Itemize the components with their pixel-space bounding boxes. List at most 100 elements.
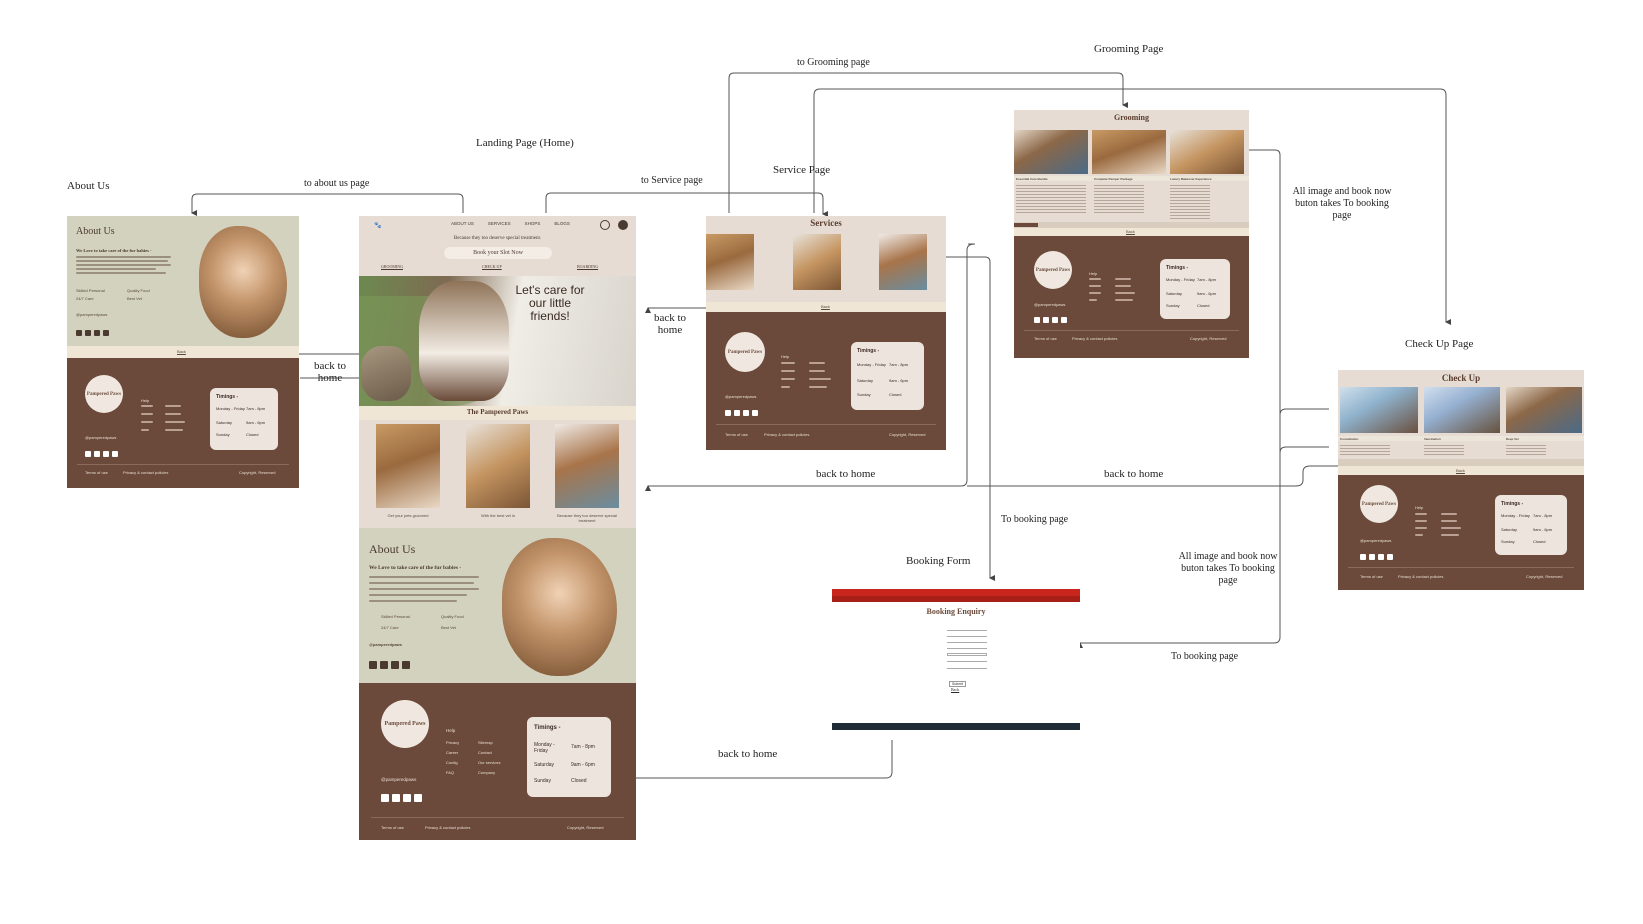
services-footer-social[interactable] — [725, 403, 761, 421]
nav-shops[interactable]: SHOPS — [525, 221, 541, 226]
card2-caption: With the best vet in — [480, 513, 515, 518]
services-footer-privacy[interactable]: Privacy & contact policies — [764, 432, 809, 437]
label-grooming-page: Grooming Page — [1094, 43, 1164, 55]
footer-company-link[interactable]: Company — [478, 768, 500, 778]
home-feat3: 24/7 Care — [381, 625, 399, 630]
checkup-back-link[interactable]: Back — [1456, 468, 1465, 473]
about-footer-privacy[interactable]: Privacy & contact policies — [123, 470, 168, 475]
about-page-top: About Us We Love to take care of the fur… — [67, 216, 299, 346]
checkup-photo-1[interactable] — [1340, 387, 1418, 433]
grooming-book-button[interactable] — [1014, 223, 1038, 227]
booking-field-1[interactable] — [947, 630, 987, 631]
about-title: About Us — [76, 226, 115, 237]
services-back-link[interactable]: Back — [821, 304, 830, 309]
services-board-photo[interactable] — [879, 234, 927, 290]
book-slot-button[interactable]: Book your Slot Now — [444, 247, 552, 259]
about-timings-card: Timings - Monday - Friday 7am - 8pm Satu… — [210, 388, 278, 450]
label-to-booking-2: To booking page — [1171, 651, 1239, 662]
footer-contact-link[interactable]: Contact — [478, 748, 500, 758]
home-footer-privacy[interactable]: Privacy & contact policies — [425, 825, 470, 830]
home-about-social[interactable] — [369, 656, 413, 674]
checkup-photo-3[interactable] — [1506, 387, 1582, 433]
footer-config-link[interactable]: Config — [446, 758, 459, 768]
checkup-back-bar[interactable]: Back — [1338, 466, 1584, 475]
grooming-back-bar[interactable]: Back — [1014, 228, 1249, 236]
checkup-timing-time1: 7am - 8pm — [1533, 513, 1553, 518]
services-groom-photo[interactable] — [706, 234, 754, 290]
grooming-footer-terms[interactable]: Terms of use — [1034, 336, 1057, 341]
nav-about[interactable]: ABOUT US — [451, 221, 474, 226]
about-timing-day2: Saturday — [216, 420, 233, 425]
checkup-timing-day3: Sunday — [1501, 539, 1515, 544]
grooming-photo-1[interactable] — [1014, 130, 1088, 174]
grooming-timing-time3: Closed — [1197, 303, 1210, 308]
footer-services-link[interactable]: Our services — [478, 758, 500, 768]
link-boarding[interactable]: BOARDING — [577, 264, 598, 269]
services-footer-terms[interactable]: Terms of use — [725, 432, 748, 437]
home-feat4: Best Vet — [441, 625, 456, 630]
home-footer-logo: Pampered Paws — [381, 700, 429, 748]
about-footer-terms[interactable]: Terms of use — [85, 470, 108, 475]
about-handle: @pamperedpaws — [76, 312, 108, 317]
services-timing-time3: Closed — [889, 392, 902, 397]
grooming-timings-title: Timings - — [1166, 265, 1189, 271]
services-back-bar[interactable]: Back — [706, 302, 946, 312]
booking-field-6[interactable] — [947, 661, 987, 662]
grooming-photo-2[interactable] — [1092, 130, 1166, 174]
about-back-link[interactable]: Back — [177, 349, 186, 354]
services-footer-help: Help — [781, 354, 790, 359]
grooming-footer-social[interactable] — [1034, 310, 1070, 328]
checkup-footer-privacy[interactable]: Privacy & contact policies — [1398, 574, 1443, 579]
grooming-photo-3[interactable] — [1170, 130, 1244, 174]
services-footer: Pampered Paws Help Timings - Monday - Fr… — [706, 312, 946, 450]
link-checkup[interactable]: CHECK UP — [482, 264, 502, 269]
footer-privacy-link[interactable]: Privacy — [446, 738, 459, 748]
services-footer-handle: @pamperedpaws — [725, 394, 757, 399]
services-vet-photo[interactable] — [793, 234, 841, 290]
booking-page: Booking Enquiry Submit Back — [832, 589, 1080, 730]
footer-faq-link[interactable]: FAQ — [446, 768, 459, 778]
checkup-photo-2[interactable] — [1424, 387, 1500, 433]
home-timing-day3: Sunday — [534, 778, 551, 784]
booking-select[interactable] — [947, 653, 987, 656]
grooming-footer-help: Help — [1089, 271, 1098, 276]
home-section-bar: The Pampered Paws — [359, 406, 636, 420]
booking-field-3[interactable] — [947, 642, 987, 643]
home-footer-copyright: Copyright, Reserved — [567, 825, 604, 830]
home-about: About Us We Love to take care of the fur… — [359, 528, 636, 683]
about-girl-photo — [199, 226, 287, 338]
about-social-icons[interactable] — [76, 323, 112, 341]
card-groom-photo[interactable] — [376, 424, 440, 508]
hero-headline: Let's care for our little friends! — [515, 283, 585, 323]
link-grooming[interactable]: GROOMING — [381, 264, 403, 269]
checkup-page-top: Check Up Consultation Vaccination Deep V… — [1338, 370, 1584, 466]
nav-blogs[interactable]: BLOGS — [554, 221, 570, 226]
footer-sitemap-link[interactable]: Sitemap — [478, 738, 500, 748]
card-vet-photo[interactable] — [466, 424, 530, 508]
home-footer-social[interactable] — [381, 789, 425, 807]
label-back-home-checkup: back to home — [1104, 468, 1164, 480]
checkup-footer-social[interactable] — [1360, 547, 1396, 565]
booking-field-4[interactable] — [947, 648, 987, 649]
card-board-photo[interactable] — [555, 424, 619, 508]
booking-field-2[interactable] — [947, 636, 987, 637]
booking-field-7[interactable] — [947, 668, 987, 669]
user-icon[interactable] — [618, 220, 628, 230]
about-footer-social[interactable] — [85, 444, 121, 462]
home-about-title: About Us — [369, 542, 416, 556]
grooming-back-link[interactable]: Back — [1126, 229, 1135, 234]
phone-icon[interactable] — [600, 220, 610, 230]
home-footer-terms[interactable]: Terms of use — [381, 825, 404, 830]
grooming-footer-privacy[interactable]: Privacy & contact policies — [1072, 336, 1117, 341]
footer-career-link[interactable]: Career — [446, 748, 459, 758]
checkup-footer-terms[interactable]: Terms of use — [1360, 574, 1383, 579]
booking-back-link[interactable]: Back — [951, 687, 959, 692]
label-back-home-about: back to home — [313, 360, 347, 384]
label-service-page: Service Page — [773, 164, 831, 176]
about-back-bar[interactable]: Back — [67, 346, 299, 358]
home-logo-icon[interactable]: 🐾 — [367, 219, 389, 231]
nav-services[interactable]: SERVICES — [488, 221, 511, 226]
checkup-title: Check Up — [1441, 373, 1481, 383]
home-nav: ABOUT US SERVICES SHOPS BLOGS — [451, 221, 570, 226]
checkup-timings-card: Timings - Monday - Friday 7am - 8pm Satu… — [1495, 495, 1567, 555]
